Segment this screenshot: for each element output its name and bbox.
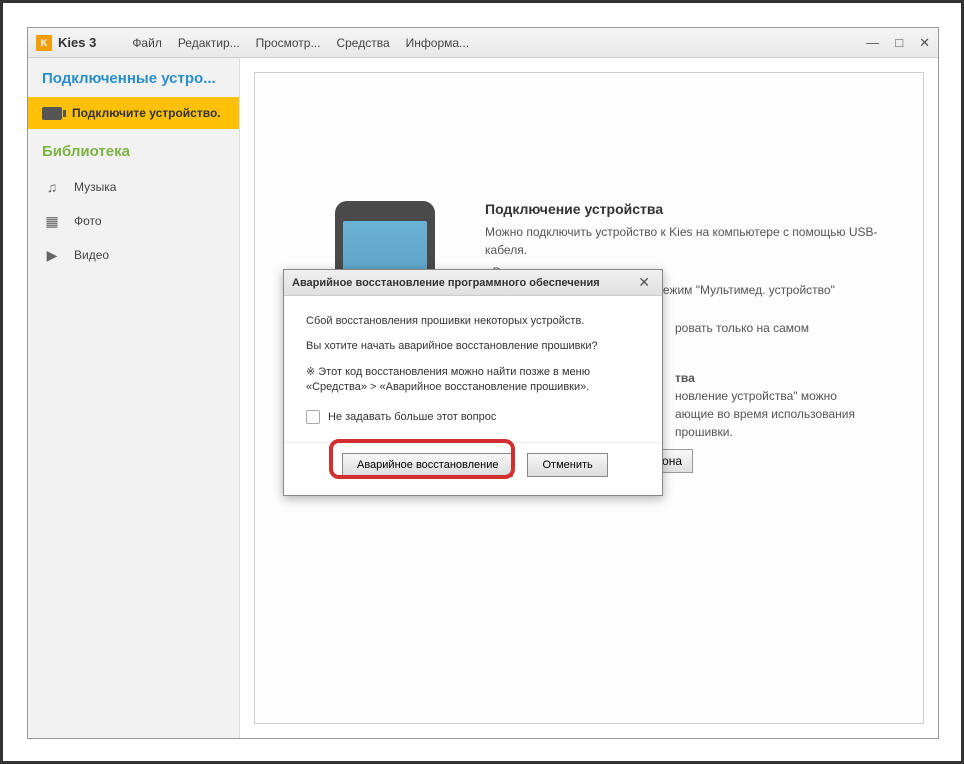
app-icon: K [36, 35, 52, 51]
dialog-body: Сбой восстановления прошивки некоторых у… [284, 296, 662, 442]
menu-tools[interactable]: Средства [330, 32, 395, 54]
menu-edit[interactable]: Редактир... [172, 32, 246, 54]
connection-subtitle: Можно подключить устройство к Kies на ко… [485, 223, 903, 259]
menu-bar: Файл Редактир... Просмотр... Средства Ин… [126, 32, 475, 54]
partial-text-4: ающие во время использования [675, 407, 855, 421]
partial-text-3: новление устройства" можно [675, 389, 837, 403]
music-icon: ♫ [42, 178, 62, 196]
menu-file[interactable]: Файл [126, 32, 168, 54]
device-icon [42, 107, 62, 120]
titlebar: K Kies 3 Файл Редактир... Просмотр... Ср… [28, 28, 938, 58]
cancel-button[interactable]: Отменить [527, 453, 607, 477]
sidebar: Подключенные устро... Подключите устройс… [28, 58, 240, 738]
close-button[interactable]: ✕ [919, 35, 930, 51]
dialog-footer: Аварийное восстановление Отменить [284, 442, 662, 495]
dont-ask-checkbox[interactable] [306, 410, 320, 424]
sidebar-item-label: Фото [74, 214, 102, 228]
dialog-titlebar: Аварийное восстановление программного об… [284, 270, 662, 296]
menu-view[interactable]: Просмотр... [250, 32, 327, 54]
connection-title: Подключение устройства [485, 201, 903, 217]
dont-ask-again-row: Не задавать больше этот вопрос [306, 410, 640, 424]
emergency-recovery-dialog: Аварийное восстановление программного об… [283, 269, 663, 496]
library-header: Библиотека [28, 129, 239, 170]
menu-info[interactable]: Информа... [400, 32, 475, 54]
partial-text-1: ровать только на самом [675, 321, 809, 335]
sidebar-item-music[interactable]: ♫ Музыка [28, 170, 239, 204]
sidebar-item-photo[interactable]: ▦ Фото [28, 204, 239, 238]
dialog-message-1: Сбой восстановления прошивки некоторых у… [306, 314, 640, 329]
dont-ask-label: Не задавать больше этот вопрос [328, 411, 496, 423]
sidebar-item-label: Музыка [74, 180, 116, 194]
sidebar-item-label: Подключите устройство. [72, 106, 221, 120]
maximize-button[interactable]: □ [895, 35, 903, 51]
minimize-button[interactable]: — [866, 35, 879, 51]
connected-devices-header: Подключенные устро... [28, 58, 239, 97]
sidebar-item-video[interactable]: ▶ Видео [28, 238, 239, 272]
dialog-message-2: Вы хотите начать аварийное восстановлени… [306, 339, 640, 354]
window-controls: — □ ✕ [866, 35, 930, 51]
dialog-message-3: ※ Этот код восстановления можно найти по… [306, 365, 640, 396]
photo-icon: ▦ [42, 212, 62, 230]
sidebar-item-label: Видео [74, 248, 109, 262]
dialog-close-button[interactable]: ✕ [634, 274, 654, 291]
partial-text-2: тва [675, 371, 695, 385]
video-icon: ▶ [42, 246, 62, 264]
dialog-title: Аварийное восстановление программного об… [292, 277, 634, 289]
partial-text-5: прошивки. [675, 425, 733, 439]
emergency-recover-button[interactable]: Аварийное восстановление [342, 453, 513, 477]
sidebar-item-connect-device[interactable]: Подключите устройство. [28, 97, 239, 129]
app-title: Kies 3 [58, 35, 96, 50]
